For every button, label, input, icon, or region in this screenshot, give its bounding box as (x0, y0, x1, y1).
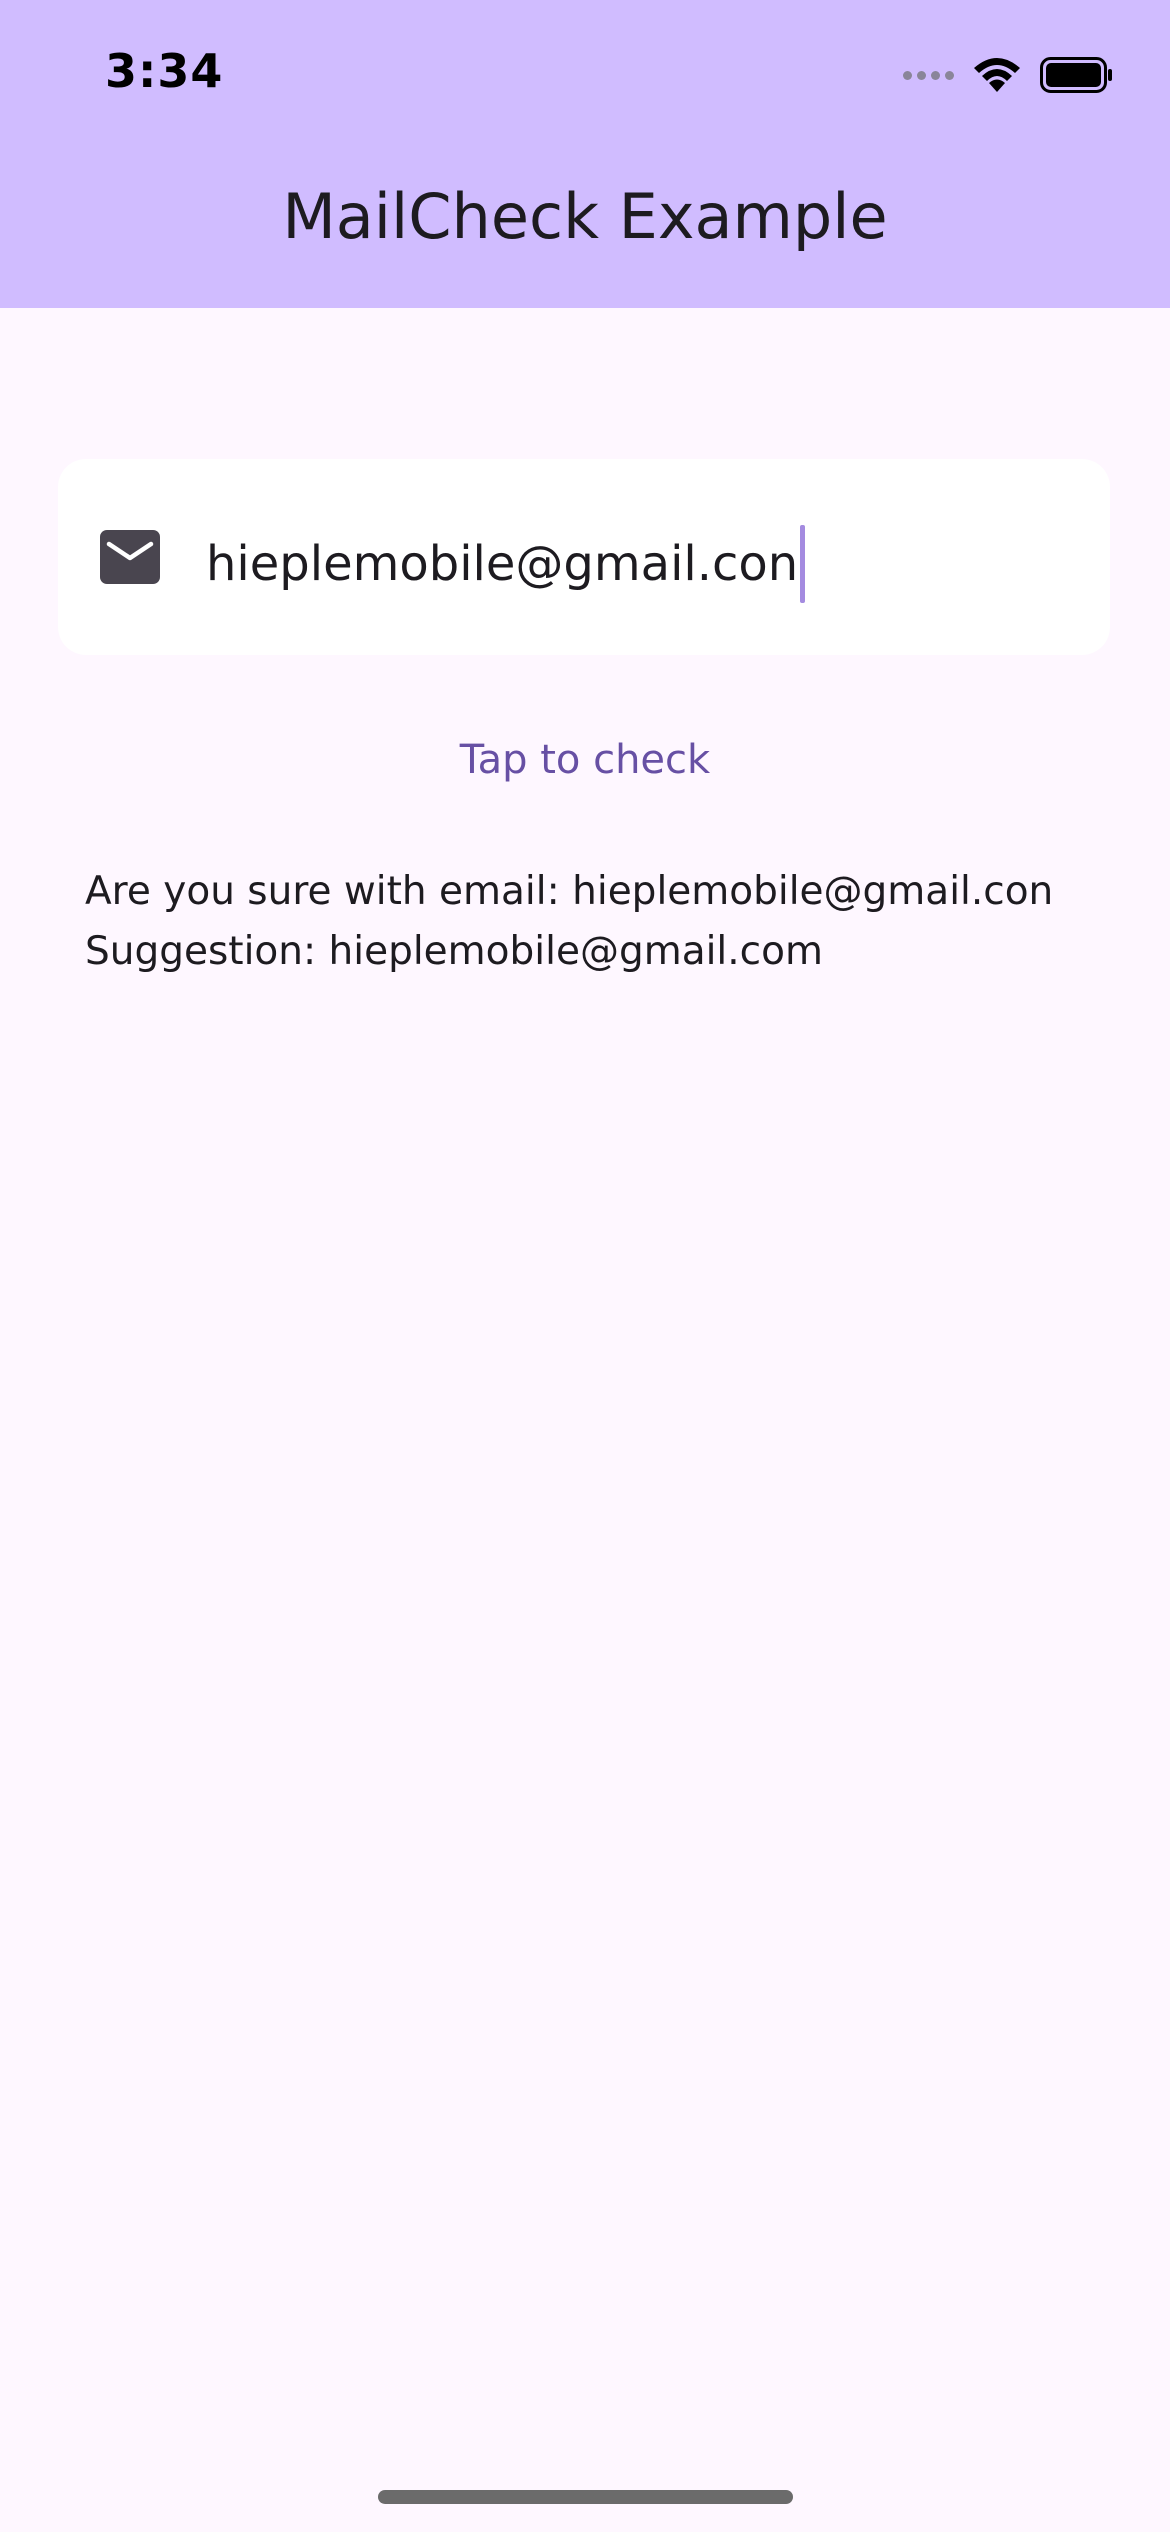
app-bar: 3:34 MailCheck Example (0, 0, 1170, 308)
cellular-signal-icon (903, 70, 954, 80)
tap-to-check-button[interactable]: Tap to check (385, 720, 785, 800)
mail-icon (100, 530, 160, 584)
status-icons (903, 52, 1114, 98)
email-input-field[interactable]: hieplemobile@gmail.con (58, 459, 1110, 655)
status-time: 3:34 (105, 44, 224, 98)
email-input[interactable]: hieplemobile@gmail.con (206, 525, 806, 603)
wifi-icon (974, 58, 1020, 92)
text-cursor (800, 525, 806, 603)
app-title: MailCheck Example (282, 180, 888, 253)
battery-icon (1040, 57, 1112, 93)
result-line-suggestion: Suggestion: hieplemobile@gmail.com (85, 929, 823, 974)
result-text: Are you sure with email: hieplemobile@gm… (85, 862, 1053, 982)
email-input-value: hieplemobile@gmail.con (206, 536, 799, 592)
home-indicator[interactable] (378, 2490, 793, 2504)
result-line-confirmation: Are you sure with email: hieplemobile@gm… (85, 869, 1054, 914)
